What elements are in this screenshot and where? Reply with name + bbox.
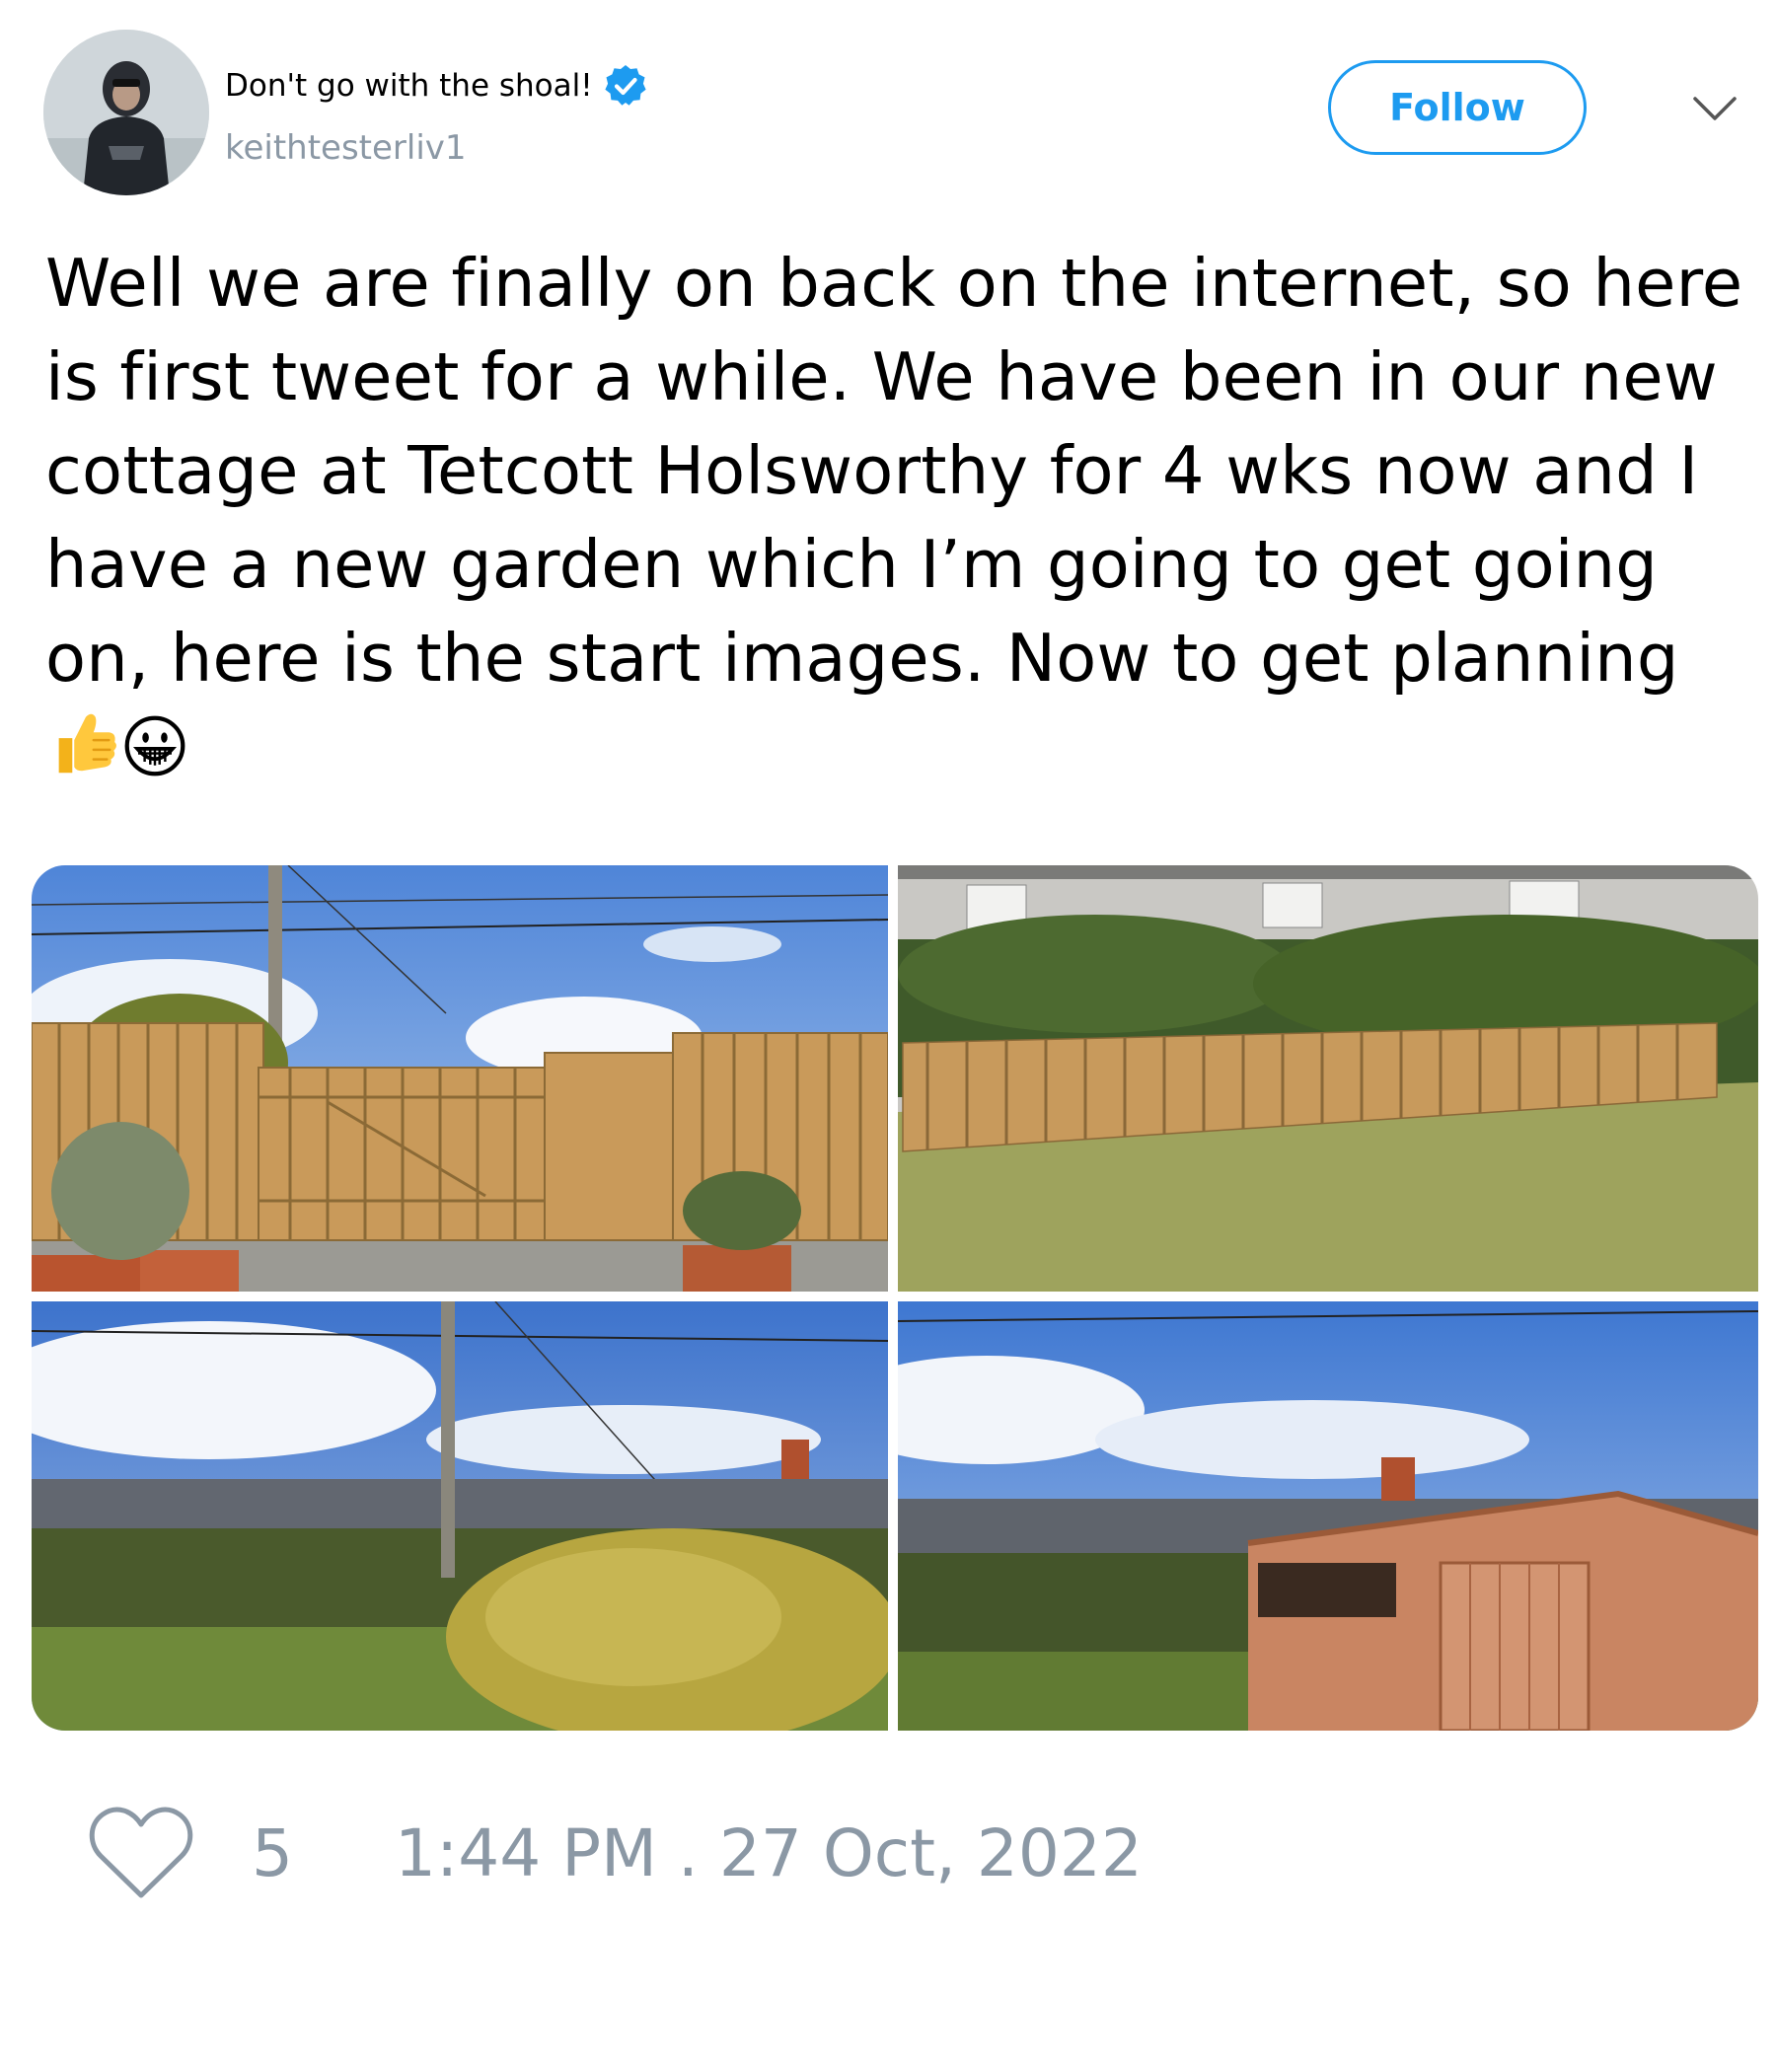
chevron-down-icon[interactable] — [1690, 89, 1739, 128]
avatar[interactable] — [43, 30, 209, 195]
tweet-text: Well we are finally on back on the inter… — [45, 237, 1762, 807]
tweet-body: Well we are finally on back on the inter… — [45, 245, 1743, 697]
display-name-row: Don't go with the shoal! — [225, 61, 648, 111]
thumbs-up-icon — [45, 705, 122, 807]
photo-gate[interactable] — [32, 865, 888, 1292]
photo-hedge[interactable] — [32, 1301, 888, 1731]
like-count[interactable]: 5 — [252, 1815, 293, 1891]
display-name[interactable]: Don't go with the shoal! — [225, 68, 593, 104]
media-grid — [32, 865, 1758, 1731]
verified-badge-icon — [603, 63, 648, 109]
heart-icon[interactable] — [87, 1805, 195, 1903]
tweet-header: Don't go with the shoal! keithtesterliv1… — [0, 0, 1776, 207]
timestamp[interactable]: 1:44 PM . 27 Oct, 2022 — [395, 1815, 1143, 1891]
photo-fence[interactable] — [898, 865, 1758, 1292]
grinning-face-icon — [122, 709, 187, 803]
user-handle[interactable]: keithtesterliv1 — [225, 128, 467, 168]
follow-button[interactable]: Follow — [1328, 60, 1587, 155]
photo-shed[interactable] — [898, 1301, 1758, 1731]
